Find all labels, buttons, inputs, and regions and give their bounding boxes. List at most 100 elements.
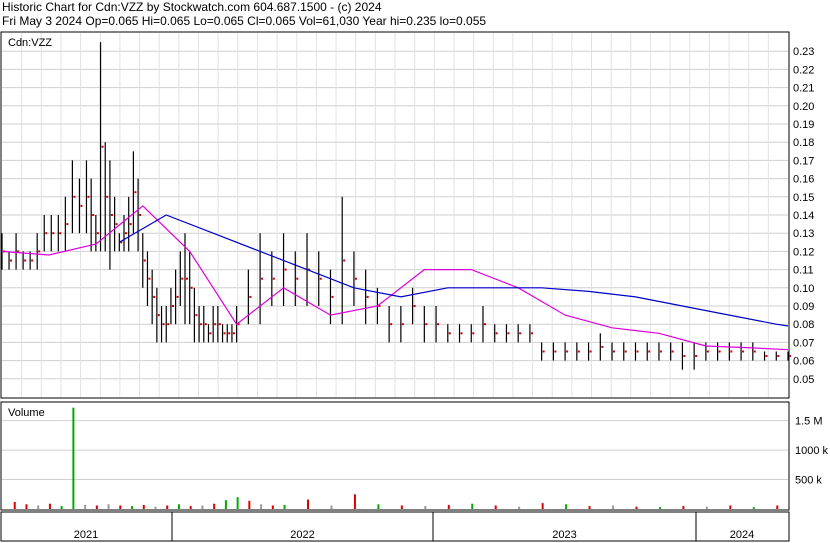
close-marker [228,332,231,335]
volume-bar [565,504,568,509]
volume-panel-label: Volume [8,407,45,419]
close-marker [261,277,264,280]
close-marker [148,277,151,280]
close-marker [472,332,475,335]
volume-bar [60,506,63,509]
volume-tick-label: 1.5 M [795,416,823,428]
volume-bar [48,503,51,509]
volume-bar [189,506,192,509]
volume-bar [248,500,251,509]
volume-bar [729,505,732,509]
close-marker [695,355,698,358]
close-marker [483,323,486,326]
volume-bar [635,506,638,509]
close-marker [765,355,768,358]
close-marker [153,295,156,298]
close-marker [45,232,48,235]
close-marker [331,295,334,298]
volume-bar [271,505,274,509]
close-marker [354,277,357,280]
price-tick-label: 0.12 [793,246,814,258]
close-marker [176,295,179,298]
close-marker [139,214,142,216]
close-marker [589,350,592,353]
close-marker [495,332,498,335]
close-marker [343,259,346,262]
close-marker [683,355,686,358]
close-marker [129,223,132,226]
close-marker [296,277,299,280]
close-marker [162,323,165,326]
volume-bar [236,497,239,509]
close-marker [284,268,287,271]
price-tick-label: 0.08 [793,319,814,331]
price-tick-label: 0.11 [793,265,814,277]
close-marker [437,323,440,326]
volume-bar [400,505,403,509]
close-marker [601,345,604,348]
volume-bar [494,505,497,509]
volume-bar [705,506,708,509]
close-marker [530,332,533,335]
close-marker [232,332,235,335]
close-marker [195,314,198,317]
volume-bar [95,505,98,509]
year-label: 2021 [74,529,98,541]
volume-tick-label: 1000 k [795,445,829,457]
stock-chart: Cdn:VZZ 0.23 0.22 0.21 0.20 0.19 0.18 0.17 0.16… [0,31,829,542]
volume-bar [658,507,661,509]
volume-bar [682,506,685,509]
price-tick-label: 0.13 [793,228,814,240]
close-marker [73,195,76,198]
year-label: 2024 [730,529,754,541]
close-marker [448,332,451,335]
close-marker [718,350,721,353]
price-tick-label: 0.18 [793,137,814,149]
price-tick-label: 0.10 [793,283,814,295]
close-marker [96,232,99,235]
price-tick-label: 0.07 [793,337,814,349]
volume-tick-label: 500 k [795,475,822,487]
volume-bar [307,499,310,509]
volume-bar [72,407,75,509]
price-tick-label: 0.23 [793,46,814,58]
volume-bar [177,504,180,509]
year-label: 2023 [552,529,576,541]
close-marker [366,295,369,298]
close-marker [554,350,557,353]
close-marker [66,223,69,226]
close-marker [777,355,780,358]
close-marker [425,323,428,326]
price-tick-label: 0.22 [793,64,814,76]
close-marker [249,295,252,298]
volume-bar [260,504,263,509]
year-label: 2022 [290,529,314,541]
close-marker [413,305,416,307]
price-tick-label: 0.16 [793,174,814,186]
price-tick-label: 0.19 [793,119,814,131]
close-marker [214,323,217,326]
volume-bar [131,506,134,509]
volume-axis: 1.5 M 1000 k 500 k [795,416,829,487]
close-marker [648,350,651,353]
volume-bar [119,505,122,509]
volume-bar [142,504,145,509]
volume-bar [13,501,16,509]
close-marker [80,204,83,207]
volume-bar [541,503,544,509]
volume-bar [447,504,450,509]
close-marker [10,259,13,262]
volume-bar [377,504,380,509]
close-marker [706,350,709,353]
close-marker [577,350,580,353]
close-marker [190,286,193,289]
close-marker [636,350,639,353]
close-marker [390,323,393,326]
price-tick-label: 0.15 [793,192,814,204]
close-marker [272,277,275,280]
close-marker [171,305,174,307]
price-tick-label: 0.21 [793,83,814,95]
close-marker [52,232,55,235]
volume-bar [518,506,521,509]
volume-bar [213,503,216,509]
